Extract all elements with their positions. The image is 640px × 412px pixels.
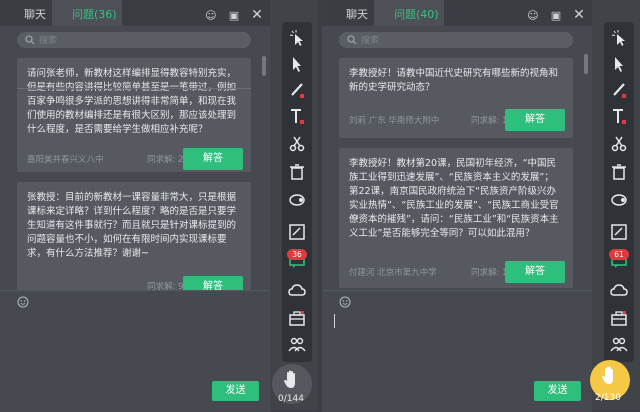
search-placeholder: 搜索 [39, 36, 58, 46]
answer-button[interactable]: 解答 [505, 261, 565, 283]
answer-button[interactable]: 解答 [183, 276, 243, 290]
question-card: 张教授：目前的新教材一课容量非常大，只是根据课标来定详略？详到什么程度？略的是否… [17, 182, 251, 290]
question-author: 付建河 北京市第九中学 [349, 268, 437, 278]
tab-questions[interactable]: 问题(40) [394, 6, 439, 22]
question-card: 李教授好！教材第20课，民国初年经济，“中国民族工业得到迅速发展”、“民族资本主… [339, 148, 573, 288]
laser-pointer-icon[interactable] [287, 28, 307, 48]
hand-icon [602, 366, 613, 384]
pointer-icon[interactable] [287, 54, 307, 74]
question-text: 李教授好！教材第20课，民国初年经济，“中国民族工业得到迅速发展”、“民族资本主… [349, 158, 559, 239]
question-text: 请问张老师，新教材这样编排显得教容特别充实，但是有些内容讲得比较简单甚至是一笔带… [27, 68, 237, 135]
search-icon [347, 35, 357, 45]
hand-icon [284, 370, 295, 388]
chat-column: 聊天 问题(36) ☺ ▣ ✕ 搜索 请问张老师，新教材这样编排显得教容特别充实… [0, 0, 270, 412]
scrollbar[interactable] [584, 54, 588, 74]
chat-column: 聊天 问题(40) ☺ ▣ ✕ 搜索 李教授好！请教中国近代史研究有哪些新的视角… [322, 0, 592, 412]
tab-bar: 聊天 问题(36) ☺ ▣ ✕ [0, 0, 270, 26]
question-author: 刘莉 广东 华南师大附中 [349, 116, 440, 126]
text-icon[interactable] [609, 106, 629, 126]
toolbar: 61 [604, 22, 634, 362]
board-icon[interactable] [609, 222, 629, 242]
window-controls: ☺ ▣ ✕ [200, 4, 264, 22]
tab-questions[interactable]: 问题(36) [72, 6, 117, 22]
laser-pointer-icon[interactable] [609, 28, 629, 48]
question-author: 嘉阳美并春兴义八中 [27, 155, 104, 165]
cloud-icon[interactable] [287, 280, 307, 300]
toolbar: 36 [282, 22, 312, 362]
board-icon[interactable] [287, 222, 307, 242]
hand-count: 2/130 [595, 393, 621, 403]
eraser-icon[interactable] [609, 190, 629, 210]
answer-button[interactable]: 解答 [505, 109, 565, 131]
tab-chat[interactable]: 聊天 [346, 6, 368, 22]
trash-icon[interactable] [609, 162, 629, 182]
text-caret [334, 314, 335, 328]
question-card: 请问张老师，新教材这样编排显得教容特别充实，但是有些内容讲得比较简单甚至是一笔带… [17, 58, 251, 172]
emoji-icon[interactable] [339, 296, 351, 308]
eraser-icon[interactable] [287, 190, 307, 210]
question-count: 同求解: 9 [147, 282, 184, 290]
users-icon[interactable] [287, 334, 307, 354]
pen-icon[interactable] [609, 80, 629, 100]
answer-button[interactable]: 解答 [183, 148, 243, 170]
pointer-icon[interactable] [609, 54, 629, 74]
minimize-icon[interactable]: ☺ [204, 9, 218, 23]
scissors-icon[interactable] [287, 134, 307, 154]
divider [17, 88, 251, 89]
toolbox-icon[interactable] [609, 308, 629, 328]
send-button[interactable]: 发送 [534, 381, 581, 401]
question-badge: 61 [609, 249, 629, 260]
users-icon[interactable] [609, 334, 629, 354]
question-text: 张教授：目前的新教材一课容量非常大，只是根据课标来定详略？详到什么程度？略的是否… [27, 192, 237, 259]
scissors-icon[interactable] [609, 134, 629, 154]
question-badge: 36 [287, 249, 307, 260]
search-input[interactable]: 搜索 [17, 32, 251, 48]
close-icon[interactable]: ✕ [572, 8, 586, 22]
toolbox-icon[interactable] [287, 308, 307, 328]
search-input[interactable]: 搜索 [339, 32, 573, 48]
trash-icon[interactable] [287, 162, 307, 182]
left-panel: 聊天 问题(36) ☺ ▣ ✕ 搜索 请问张老师，新教材这样编排显得教容特别充实… [0, 0, 318, 412]
emoji-icon[interactable] [17, 296, 29, 308]
question-text: 李教授好！请教中国近代史研究有哪些新的视角和新的史学研究动态？ [349, 68, 559, 93]
question-card: 李教授好！请教中国近代史研究有哪些新的视角和新的史学研究动态？ 刘莉 广东 华南… [339, 58, 573, 138]
tab-bar: 聊天 问题(40) ☺ ▣ ✕ [322, 0, 592, 26]
search-icon [25, 35, 35, 45]
restore-icon[interactable]: ▣ [227, 9, 241, 23]
right-panel: 聊天 问题(40) ☺ ▣ ✕ 搜索 李教授好！请教中国近代史研究有哪些新的视角… [322, 0, 640, 412]
tab-chat[interactable]: 聊天 [24, 6, 46, 22]
send-button[interactable]: 发送 [212, 381, 259, 401]
restore-icon[interactable]: ▣ [549, 9, 563, 23]
pen-icon[interactable] [287, 80, 307, 100]
window-controls: ☺ ▣ ✕ [522, 4, 586, 22]
text-icon[interactable] [287, 106, 307, 126]
minimize-icon[interactable]: ☺ [526, 9, 540, 23]
search-placeholder: 搜索 [361, 36, 380, 46]
hand-count: 0/144 [278, 394, 304, 404]
close-icon[interactable]: ✕ [250, 8, 264, 22]
cloud-icon[interactable] [609, 280, 629, 300]
scrollbar[interactable] [262, 56, 266, 76]
